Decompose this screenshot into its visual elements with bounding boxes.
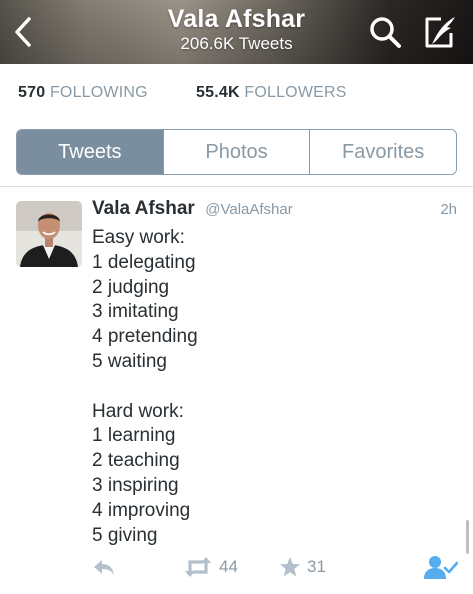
tweet-line: 2 teaching — [92, 450, 180, 472]
reply-button[interactable] — [92, 556, 116, 578]
search-icon — [370, 17, 401, 48]
divider — [0, 186, 473, 187]
tweet-line: Easy work: — [92, 227, 185, 248]
tweet-line: 4 pretending — [92, 326, 198, 348]
retweet-count: 44 — [219, 557, 238, 576]
tweet-line: 1 delegating — [92, 251, 196, 273]
compose-button[interactable] — [421, 13, 459, 51]
followers-label: FOLLOWERS — [244, 84, 347, 101]
tweet-line — [92, 375, 442, 400]
following-stat[interactable]: 570 FOLLOWING — [18, 84, 148, 102]
tweet-actions: 44 31 — [0, 554, 473, 584]
tweet-line: 3 inspiring — [92, 474, 179, 496]
tweet-header: Vala Afshar @ValaAfshar 2h — [92, 198, 457, 222]
tweet-line: 4 improving — [92, 499, 191, 521]
following-label: FOLLOWING — [49, 84, 148, 101]
tweet-line: 1 learning — [92, 425, 176, 447]
tab-favorites[interactable]: Favorites — [309, 130, 456, 174]
tweet-timestamp: 2h — [440, 201, 457, 218]
tweet-author-handle[interactable]: @ValaAfshar — [205, 201, 293, 218]
following-user-icon — [424, 556, 458, 579]
avatar-photo — [16, 201, 82, 267]
following-user-button[interactable] — [424, 554, 458, 580]
avatar[interactable] — [16, 201, 82, 267]
tweet-line: 5 giving — [92, 524, 158, 546]
scrollbar[interactable] — [466, 520, 469, 554]
tweet-line: 5 waiting — [92, 350, 167, 372]
tweet-text: Easy work: 1 delegating 2 judging 3 imit… — [92, 226, 442, 548]
search-button[interactable] — [367, 14, 403, 50]
profile-header: Vala Afshar 206.6K Tweets — [0, 0, 473, 64]
favorite-count: 31 — [307, 557, 326, 576]
tweet-author-name[interactable]: Vala Afshar — [92, 198, 195, 219]
retweet-icon — [185, 557, 211, 577]
profile-stats: 570 FOLLOWING 55.4K FOLLOWERS — [0, 64, 473, 122]
star-icon — [280, 557, 300, 577]
followers-count: 55.4K — [196, 84, 240, 101]
followers-stat[interactable]: 55.4K FOLLOWERS — [196, 84, 347, 102]
compose-icon — [425, 17, 455, 48]
following-count: 570 — [18, 84, 46, 101]
tab-tweets[interactable]: Tweets — [17, 130, 163, 174]
favorite-button[interactable]: 31 — [279, 556, 326, 578]
tweet-line: Hard work: — [92, 400, 184, 422]
tweet-line: 2 judging — [92, 276, 170, 298]
tab-photos[interactable]: Photos — [162, 130, 310, 174]
tweet-line: 3 imitating — [92, 301, 179, 323]
profile-tabs: Tweets Photos Favorites — [16, 129, 457, 175]
reply-icon — [94, 560, 114, 575]
retweet-button[interactable]: 44 — [183, 556, 238, 578]
